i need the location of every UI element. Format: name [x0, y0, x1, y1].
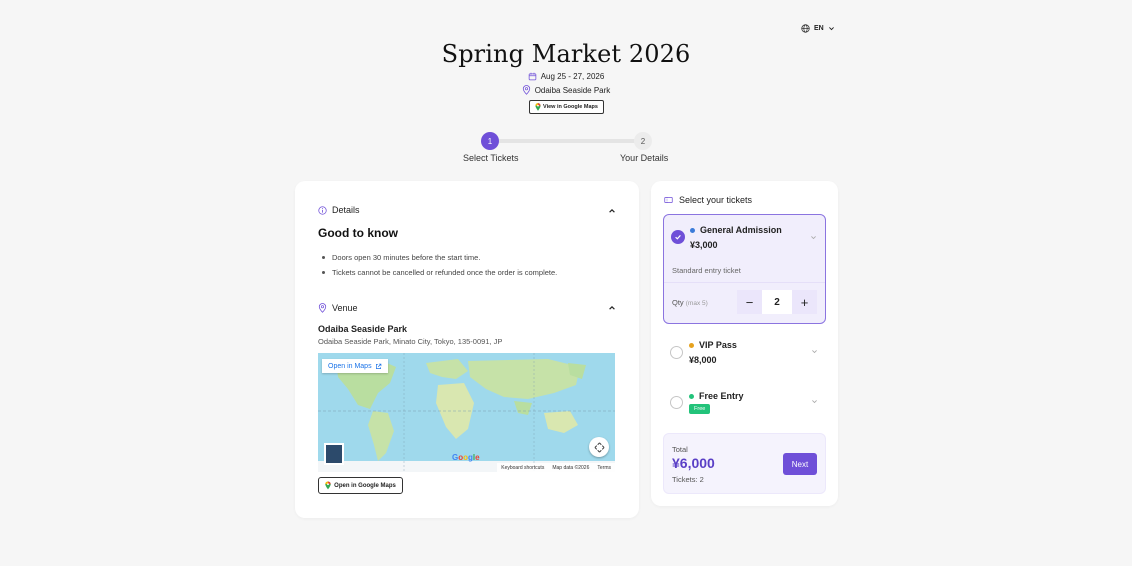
step-1-label: Select Tickets [463, 153, 519, 163]
venue-address: Odaiba Seaside Park, Minato City, Tokyo,… [318, 337, 503, 346]
next-button[interactable]: Next [783, 453, 817, 475]
map-data-text: Map data ©2026 [552, 464, 590, 471]
venue-name: Odaiba Seaside Park [318, 324, 408, 334]
chevron-up-icon[interactable] [608, 207, 616, 215]
stepper-track [490, 139, 642, 143]
details-header: Details [332, 205, 360, 215]
chevron-down-icon[interactable] [810, 234, 817, 241]
ticket-price: ¥3,000 [690, 240, 718, 250]
event-venue-row: Odaiba Seaside Park [0, 85, 1132, 95]
ticket-price: ¥8,000 [689, 355, 717, 365]
quantity-value[interactable]: 2 [762, 290, 792, 314]
fullscreen-button[interactable] [589, 437, 609, 457]
ticket-selection-card: Select your tickets General Admission ¥3… [651, 181, 838, 506]
ticket-color-dot [690, 227, 695, 233]
view-in-google-maps-button[interactable]: View in Google Maps [529, 100, 604, 114]
ticket-color-dot [689, 393, 694, 399]
google-logo: Google [452, 453, 480, 462]
fullscreen-icon [594, 442, 605, 453]
info-icon [318, 205, 327, 215]
details-list: Doors open 30 minutes before the start t… [322, 250, 557, 280]
chevron-down-icon[interactable] [811, 398, 818, 405]
ticket-radio[interactable] [670, 346, 683, 359]
external-link-icon [375, 363, 382, 370]
event-date-row: Aug 25 - 27, 2026 [0, 72, 1132, 81]
good-to-know-heading: Good to know [318, 226, 398, 240]
step-2-label: Your Details [620, 153, 669, 163]
venue-header: Venue [332, 303, 358, 313]
language-selector[interactable]: EN [801, 24, 835, 33]
open-in-maps-link[interactable]: Open in Maps [322, 359, 388, 373]
event-info-card: Details Good to know Doors open 30 minut… [295, 181, 639, 518]
event-date: Aug 25 - 27, 2026 [540, 72, 605, 81]
ticket-option-general-admission[interactable]: General Admission ¥3,000 Standard entry … [663, 214, 826, 324]
ticket-name: Free Entry [689, 391, 744, 401]
satellite-toggle-thumbnail[interactable] [324, 443, 344, 465]
select-tickets-title: Select your tickets [679, 195, 753, 205]
terms-link[interactable]: Terms [597, 465, 611, 471]
venue-map[interactable]: Open in Maps Google Keyboard shortcuts M… [318, 353, 615, 472]
order-summary: Total ¥6,000 Tickets: 2 Next [663, 433, 826, 494]
calendar-icon [528, 72, 537, 81]
view-in-google-maps-label: View in Google Maps [543, 104, 598, 110]
divider [664, 282, 825, 283]
list-item: Tickets cannot be cancelled or refunded … [322, 265, 557, 280]
increase-quantity-button[interactable]: + [792, 290, 817, 314]
keyboard-shortcuts-link[interactable]: Keyboard shortcuts [501, 465, 544, 471]
open-in-google-maps-button[interactable]: Open in Google Maps [318, 477, 403, 494]
ticket-color-dot [689, 342, 694, 348]
google-maps-pin-icon [535, 103, 541, 111]
ticket-name: General Admission [690, 225, 782, 235]
list-item: Doors open 30 minutes before the start t… [322, 250, 557, 265]
checkmark-icon [671, 230, 685, 244]
globe-icon [801, 24, 810, 33]
decrease-quantity-button[interactable]: − [737, 290, 762, 314]
chevron-down-icon[interactable] [811, 348, 818, 355]
venue-section-toggle[interactable]: Venue [318, 303, 358, 313]
total-amount: ¥6,000 [672, 455, 715, 471]
location-pin-icon [318, 303, 327, 313]
tickets-count: Tickets: 2 [672, 475, 704, 484]
location-pin-icon [522, 85, 531, 95]
ticket-name: VIP Pass [689, 340, 737, 350]
open-in-google-maps-label: Open in Google Maps [334, 482, 396, 489]
event-title: Spring Market 2026 [441, 40, 691, 68]
chevron-up-icon[interactable] [608, 304, 616, 312]
quantity-label: Qty (max 5) [672, 298, 708, 307]
select-tickets-header: Select your tickets [664, 195, 752, 205]
ticket-description: Standard entry ticket [672, 266, 741, 275]
ticket-icon [664, 196, 673, 204]
ticket-radio[interactable] [670, 396, 683, 409]
map-footer: Keyboard shortcuts Map data ©2026 Terms [497, 463, 615, 472]
language-label: EN [814, 25, 824, 32]
step-2-indicator: 2 [634, 132, 652, 150]
free-badge: Free [689, 404, 711, 414]
quantity-stepper: − 2 + [737, 290, 819, 314]
chevron-down-icon [828, 25, 835, 32]
details-section-toggle[interactable]: Details [318, 205, 360, 215]
total-label: Total [672, 445, 688, 454]
ticket-option-vip-pass[interactable]: VIP Pass ¥8,000 [663, 333, 826, 369]
step-1-indicator: 1 [481, 132, 499, 150]
ticket-option-free-entry[interactable]: Free Entry [663, 384, 826, 420]
google-maps-pin-icon [325, 481, 331, 490]
event-venue: Odaiba Seaside Park [534, 85, 611, 95]
open-in-maps-label: Open in Maps [328, 362, 372, 370]
